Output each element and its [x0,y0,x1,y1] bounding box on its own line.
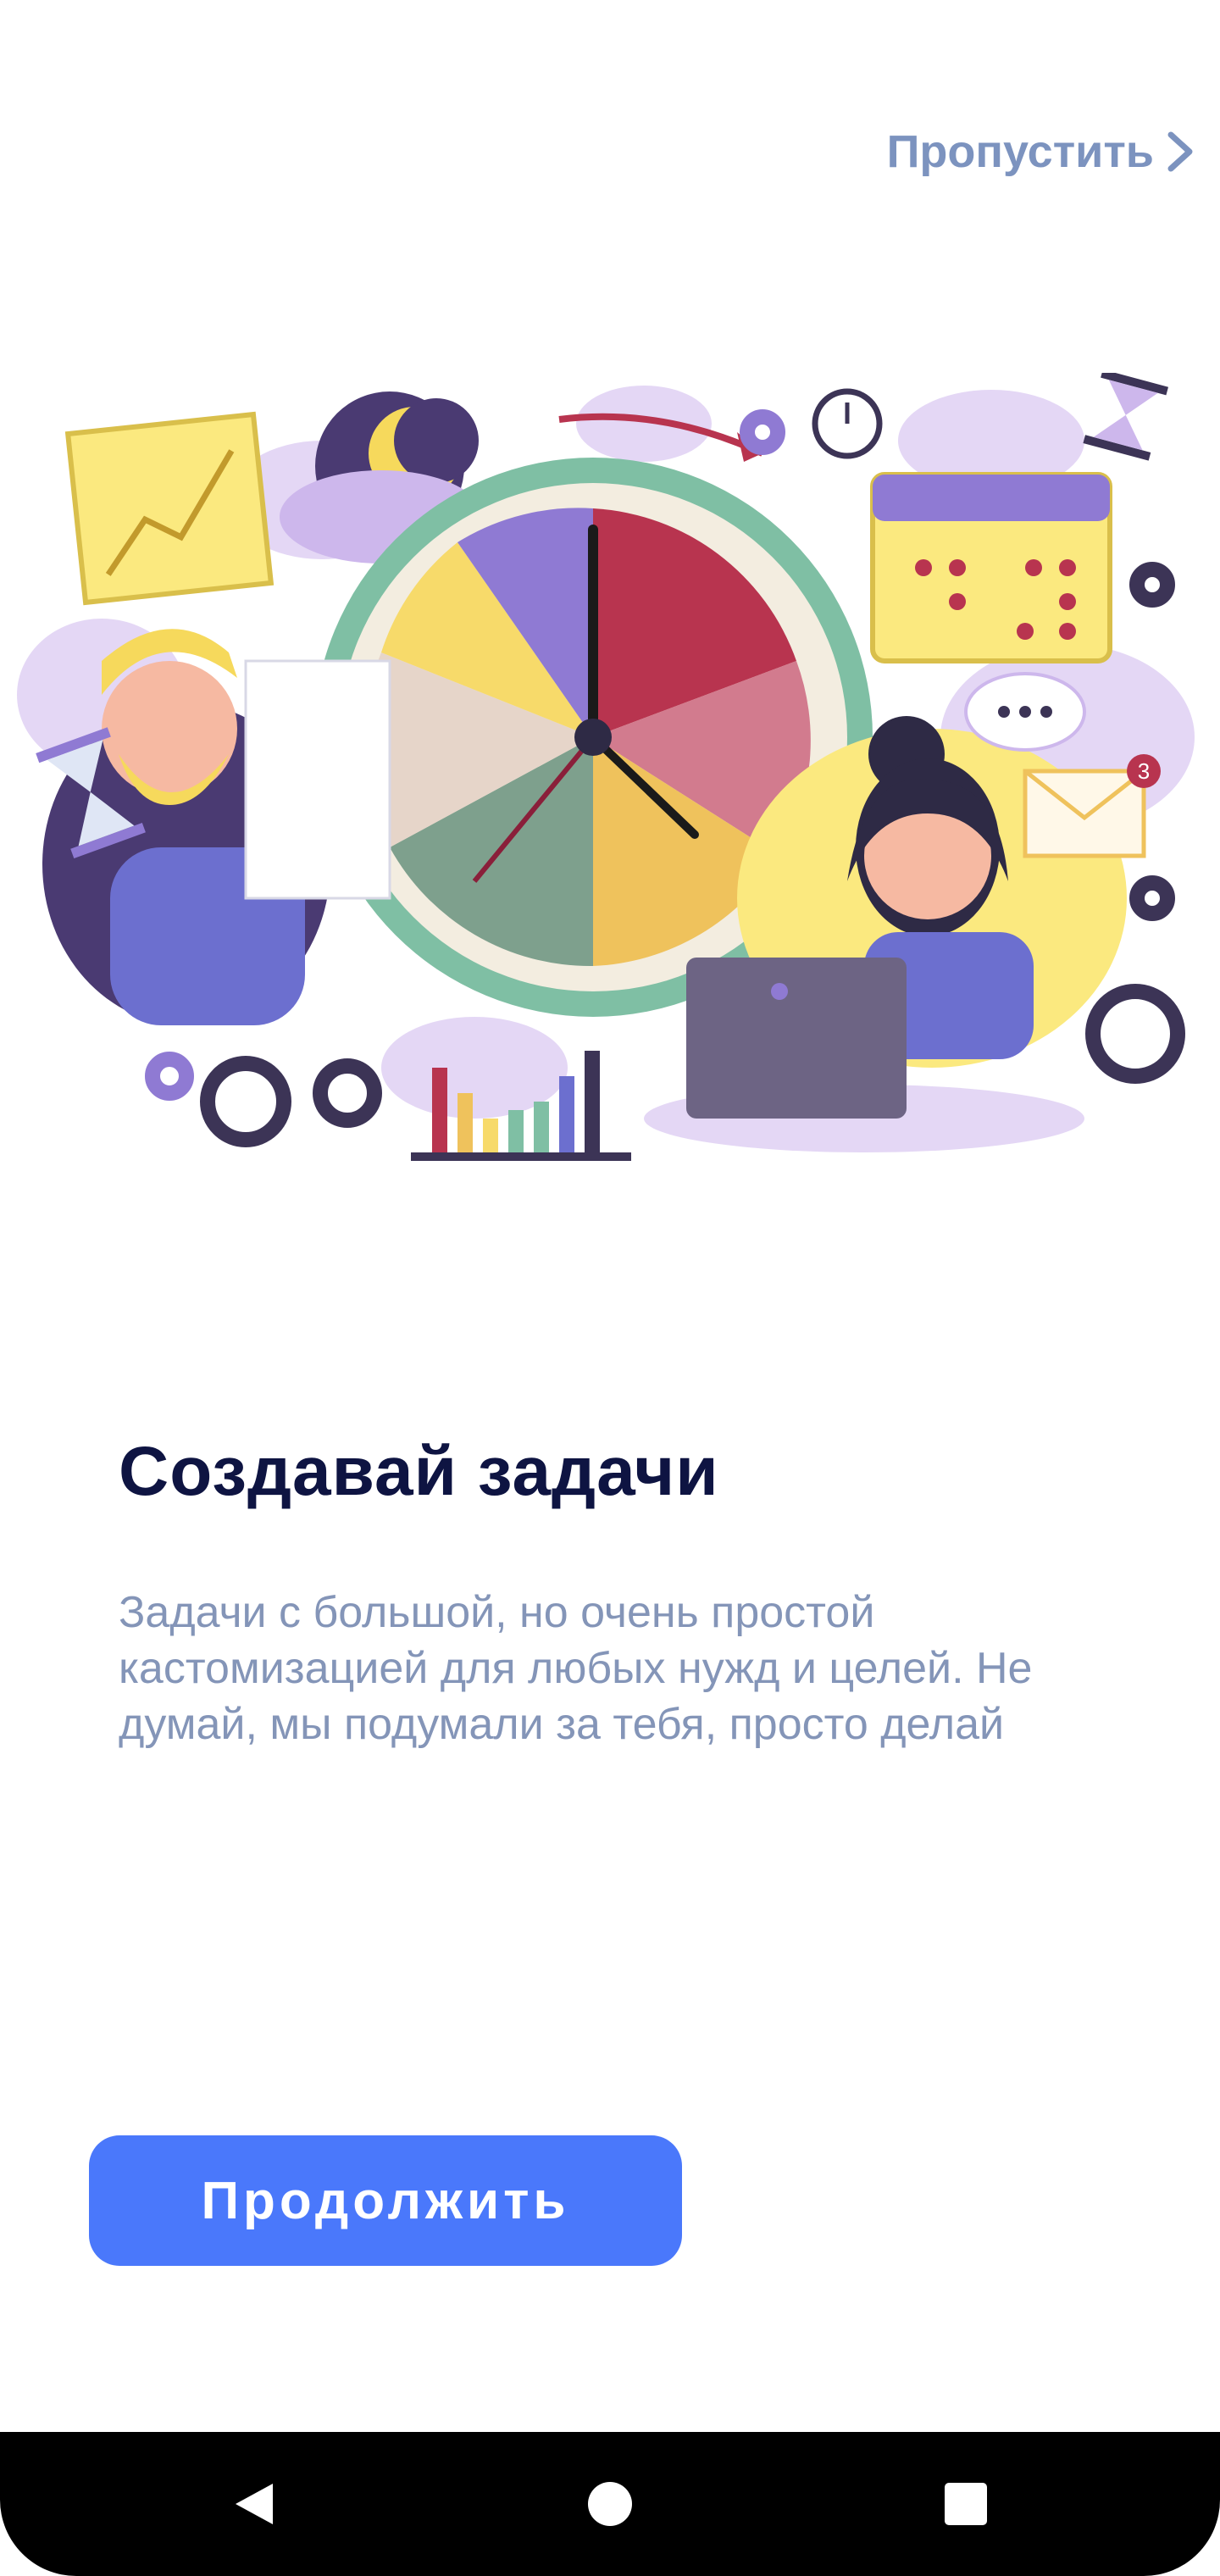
system-navigation-bar [0,2432,1220,2576]
nav-back-button[interactable] [216,2466,292,2542]
chevron-right-icon [1167,131,1193,172]
recents-square-icon [945,2483,987,2525]
skip-button[interactable]: Пропустить [887,125,1195,178]
nav-recents-button[interactable] [928,2466,1004,2542]
skip-label: Пропустить [886,126,1154,177]
envelope-badge-count: 3 [1138,758,1150,784]
continue-button[interactable]: Продолжить [89,2135,682,2266]
onboarding-description: Задачи с большой, но очень простой касто… [119,1588,1033,1749]
home-circle-icon [588,2482,632,2526]
stopwatch-icon [812,388,883,459]
growth-chart-icon [64,411,274,606]
nav-home-button[interactable] [572,2466,648,2542]
onboarding-title: Создавай задачи [119,1433,719,1510]
hourglass-icon [1083,373,1168,461]
back-triangle-icon [236,2484,273,2524]
time-management-illustration: 3 [17,373,1195,1161]
calendar-icon [870,472,1112,663]
speech-bubble-icon [964,672,1086,752]
envelope-icon: 3 [1023,754,1161,858]
